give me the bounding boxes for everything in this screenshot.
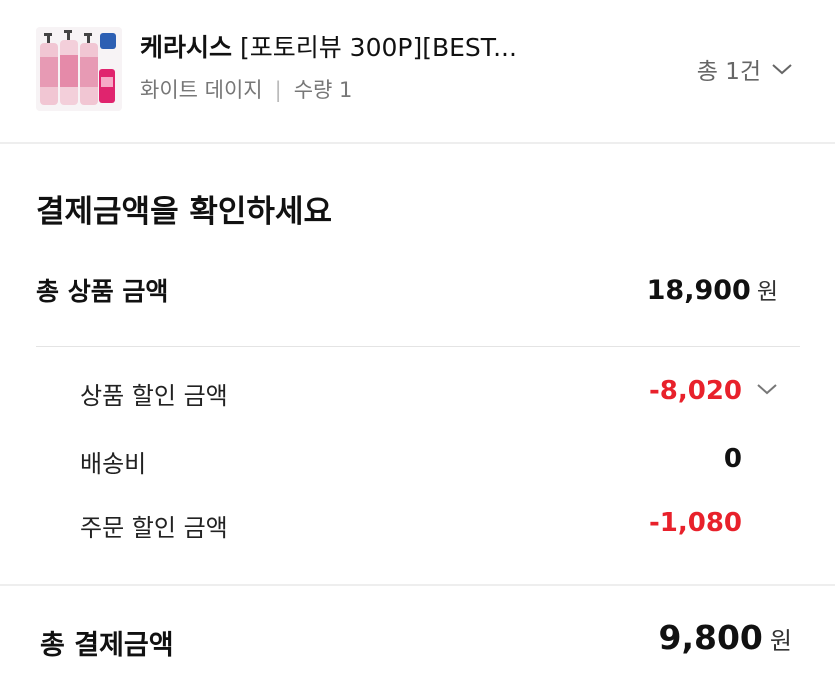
payment-section-title: 결제금액을 확인하세요 [36,194,332,230]
order-count-toggle[interactable]: 총 1건 [697,52,793,86]
order-count: 총 1건 [696,59,761,85]
payment-confirm-page: 케라시스 [포토리뷰 300P][BEST... 화이트 데이지 | 수량 1 총 … [0,0,835,689]
grand-total-value: 9,800 [658,618,763,657]
section-divider [0,584,835,586]
currency-unit: 원 [756,279,778,305]
total-product-amount: 18,900 원 [647,272,778,306]
shampoo-bottles-image [36,27,122,111]
product-thumbnail [36,27,122,111]
total-product-amount-row: 총 상품 금액 18,900 원 [36,272,778,312]
shipping-fee-label: 배송비 [80,450,147,478]
shipping-fee-value: 0 [723,444,742,474]
product-name: [포토리뷰 300P][BEST... [232,33,517,62]
order-product-summary[interactable]: 케라시스 [포토리뷰 300P][BEST... 화이트 데이지 | 수량 1 총 … [0,0,835,142]
order-discount-value: -1,080 [648,508,742,538]
product-discount-label: 상품 할인 금액 [80,382,228,410]
product-option-info: 화이트 데이지 | 수량 1 [140,74,352,104]
amount-divider [36,346,800,347]
total-product-label: 총 상품 금액 [36,277,169,306]
product-quantity: 수량 1 [293,78,353,102]
product-title[interactable]: 케라시스 [포토리뷰 300P][BEST... [140,28,517,64]
order-discount-label: 주문 할인 금액 [80,514,228,542]
grand-total-amount: 9,800 원 [659,618,792,657]
product-discount-value: -8,020 [648,376,742,406]
shipping-fee-row: 배송비 0 [80,444,778,484]
product-discount-row[interactable]: 상품 할인 금액 -8,020 [80,376,778,416]
currency-unit: 원 [769,627,792,655]
meta-separator: | [274,78,282,102]
product-option: 화이트 데이지 [140,78,263,102]
chevron-down-icon[interactable] [756,382,778,396]
order-discount-row: 주문 할인 금액 -1,080 [80,508,778,548]
total-product-value: 18,900 [646,275,751,306]
product-brand: 케라시스 [140,33,233,62]
section-divider [0,142,835,144]
chevron-down-icon [772,64,792,75]
grand-total-label: 총 결제금액 [40,630,174,661]
grand-total-row: 총 결제금액 9,800 원 [40,618,792,668]
